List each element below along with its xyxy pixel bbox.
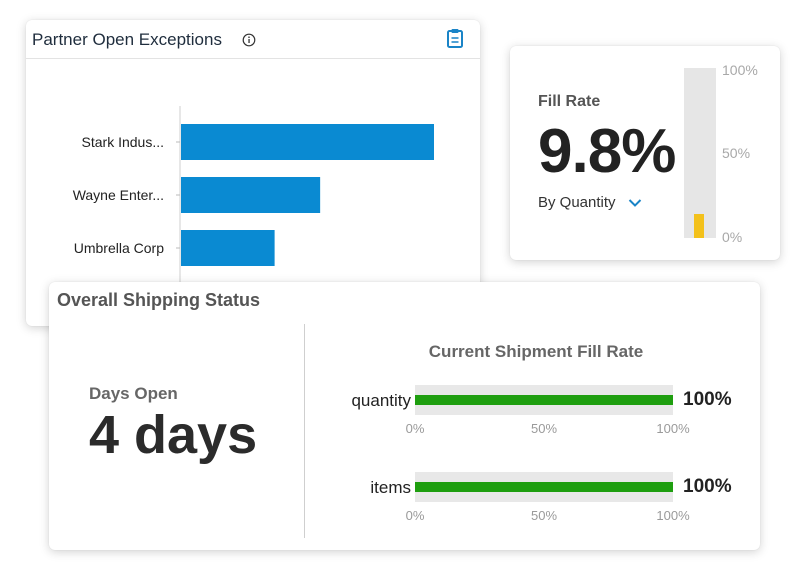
fill-rate-gauge: [684, 68, 716, 238]
chart-bar[interactable]: [181, 177, 321, 213]
shipment-fill-rate-title: Current Shipment Fill Rate: [428, 342, 644, 361]
progress-track: [415, 472, 673, 502]
chart-bar[interactable]: [181, 230, 275, 266]
partner-open-exceptions-card: Partner Open Exceptions Stark Indus... Wa…: [26, 20, 480, 326]
axis-tick-100: 100%: [656, 508, 690, 523]
chart-category-label: Stark Indus...: [82, 134, 164, 150]
chart-category-label: Umbrella Corp: [74, 240, 164, 256]
gauge-tick-50: 50%: [722, 145, 751, 161]
partner-card-header: Partner Open Exceptions: [26, 20, 480, 59]
axis-tick-0: 0%: [405, 421, 425, 436]
axis-tick-50: 50%: [530, 508, 558, 523]
progress-fill: [415, 482, 673, 492]
axis-tick-0: 0%: [405, 508, 425, 523]
progress-value: 100%: [683, 389, 732, 410]
days-open-value: 4 days: [89, 405, 258, 465]
partner-card-title: Partner Open Exceptions: [32, 30, 222, 49]
gauge-tick-100: 100%: [722, 62, 758, 78]
fill-rate-row-label: items: [370, 478, 411, 497]
clipboard-icon[interactable]: [446, 28, 464, 48]
overall-shipping-status-card: Overall Shipping Status Days Open 4 days…: [49, 282, 760, 550]
chart-bar[interactable]: [181, 124, 434, 160]
fill-rate-gauge-fill: [694, 213, 704, 238]
fill-rate-label: Fill Rate: [538, 93, 601, 110]
days-open-label: Days Open: [89, 384, 178, 403]
fill-rate-basis-dropdown[interactable]: By Quantity: [538, 194, 642, 211]
progress-track: [415, 385, 673, 415]
info-icon[interactable]: [242, 33, 256, 47]
chart-category-label: Wayne Enter...: [73, 187, 164, 203]
progress-fill: [415, 395, 673, 405]
fill-rate-card: Fill Rate 9.8% By Quantity 100% 50% 0%: [510, 46, 780, 260]
shipping-card-title: Overall Shipping Status: [57, 290, 261, 310]
fill-rate-value: 9.8%: [538, 117, 676, 186]
axis-tick-50: 50%: [530, 421, 558, 436]
gauge-tick-0: 0%: [722, 229, 743, 245]
chevron-down-icon: [628, 198, 641, 207]
progress-value: 100%: [683, 476, 732, 497]
fill-rate-row-quantity: quantity 100% 0% 50% 100%: [305, 383, 745, 443]
fill-rate-row-items: items 100% 0% 50% 100%: [305, 470, 745, 530]
fill-rate-row-label: quantity: [351, 391, 411, 410]
axis-tick-100: 100%: [656, 421, 690, 436]
fill-rate-basis-label: By Quantity: [538, 194, 616, 211]
